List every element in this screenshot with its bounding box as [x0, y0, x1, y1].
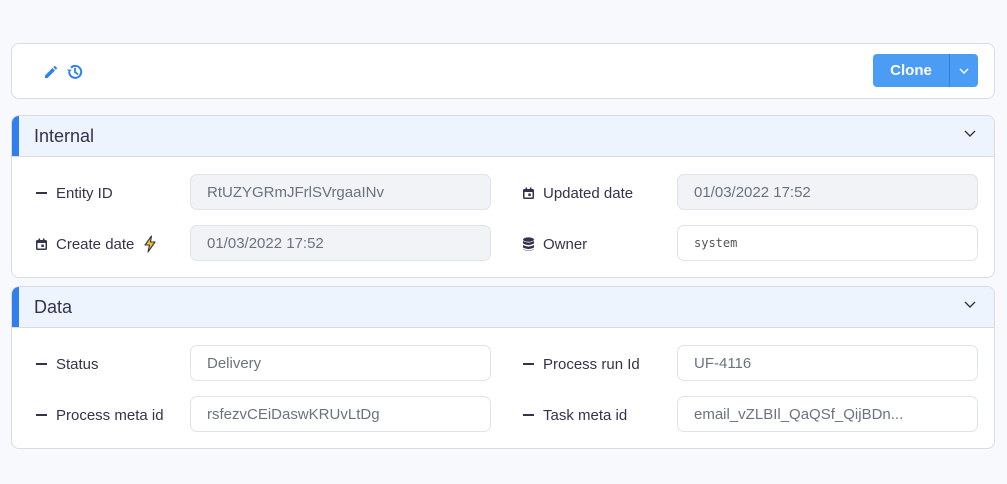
dash-icon: [34, 408, 48, 422]
history-icon[interactable]: [64, 61, 86, 83]
status-label: Status: [34, 354, 99, 374]
chevron-down-icon: [959, 68, 969, 74]
process-run-id-label: Process run Id: [521, 354, 640, 374]
data-section-header[interactable]: Data: [12, 287, 994, 328]
toolbar: Clone: [11, 43, 995, 99]
process-meta-id-field[interactable]: rsfezvCEiDaswKRUvLtDg: [190, 396, 491, 432]
entity-id-label: Entity ID: [34, 183, 113, 203]
section-title: Data: [34, 297, 73, 317]
updated-date-field: 01/03/2022 17:52: [677, 174, 978, 210]
task-meta-id-label: Task meta id: [521, 405, 627, 425]
clone-button-group: Clone: [873, 54, 978, 87]
dash-icon: [521, 357, 535, 371]
chevron-down-icon[interactable]: [964, 301, 976, 308]
process-run-id-field[interactable]: UF-4116: [677, 345, 978, 381]
dash-icon: [521, 408, 535, 422]
clone-button[interactable]: Clone: [873, 54, 949, 87]
status-field[interactable]: Delivery: [190, 345, 491, 381]
create-date-field: 01/03/2022 17:52: [190, 225, 491, 261]
task-meta-id-field[interactable]: email_vZLBIl_QaQSf_QijBDn...: [677, 396, 978, 432]
internal-section: Internal Entity ID RtUZYGRmJFrlSVrgaaINv…: [11, 115, 995, 278]
dash-icon: [34, 357, 48, 371]
section-title: Internal: [34, 126, 95, 146]
entity-id-field: RtUZYGRmJFrlSVrgaaINv: [190, 174, 491, 210]
lightning-icon: [142, 235, 158, 253]
create-date-label: Create date: [34, 234, 158, 254]
owner-field[interactable]: system: [677, 225, 978, 261]
process-meta-id-label: Process meta id: [34, 405, 164, 425]
updated-date-label: Updated date: [521, 183, 633, 203]
owner-label: Owner: [521, 234, 587, 254]
calendar-icon: [34, 237, 48, 251]
chevron-down-icon[interactable]: [964, 130, 976, 137]
data-section: Data Status Delivery Process run Id UF-4…: [11, 286, 995, 449]
clone-dropdown-button[interactable]: [949, 54, 978, 87]
calendar-icon: [521, 186, 535, 200]
dash-icon: [34, 186, 48, 200]
database-icon: [521, 236, 535, 251]
internal-section-header[interactable]: Internal: [12, 116, 994, 157]
pencil-icon[interactable]: [40, 61, 62, 83]
